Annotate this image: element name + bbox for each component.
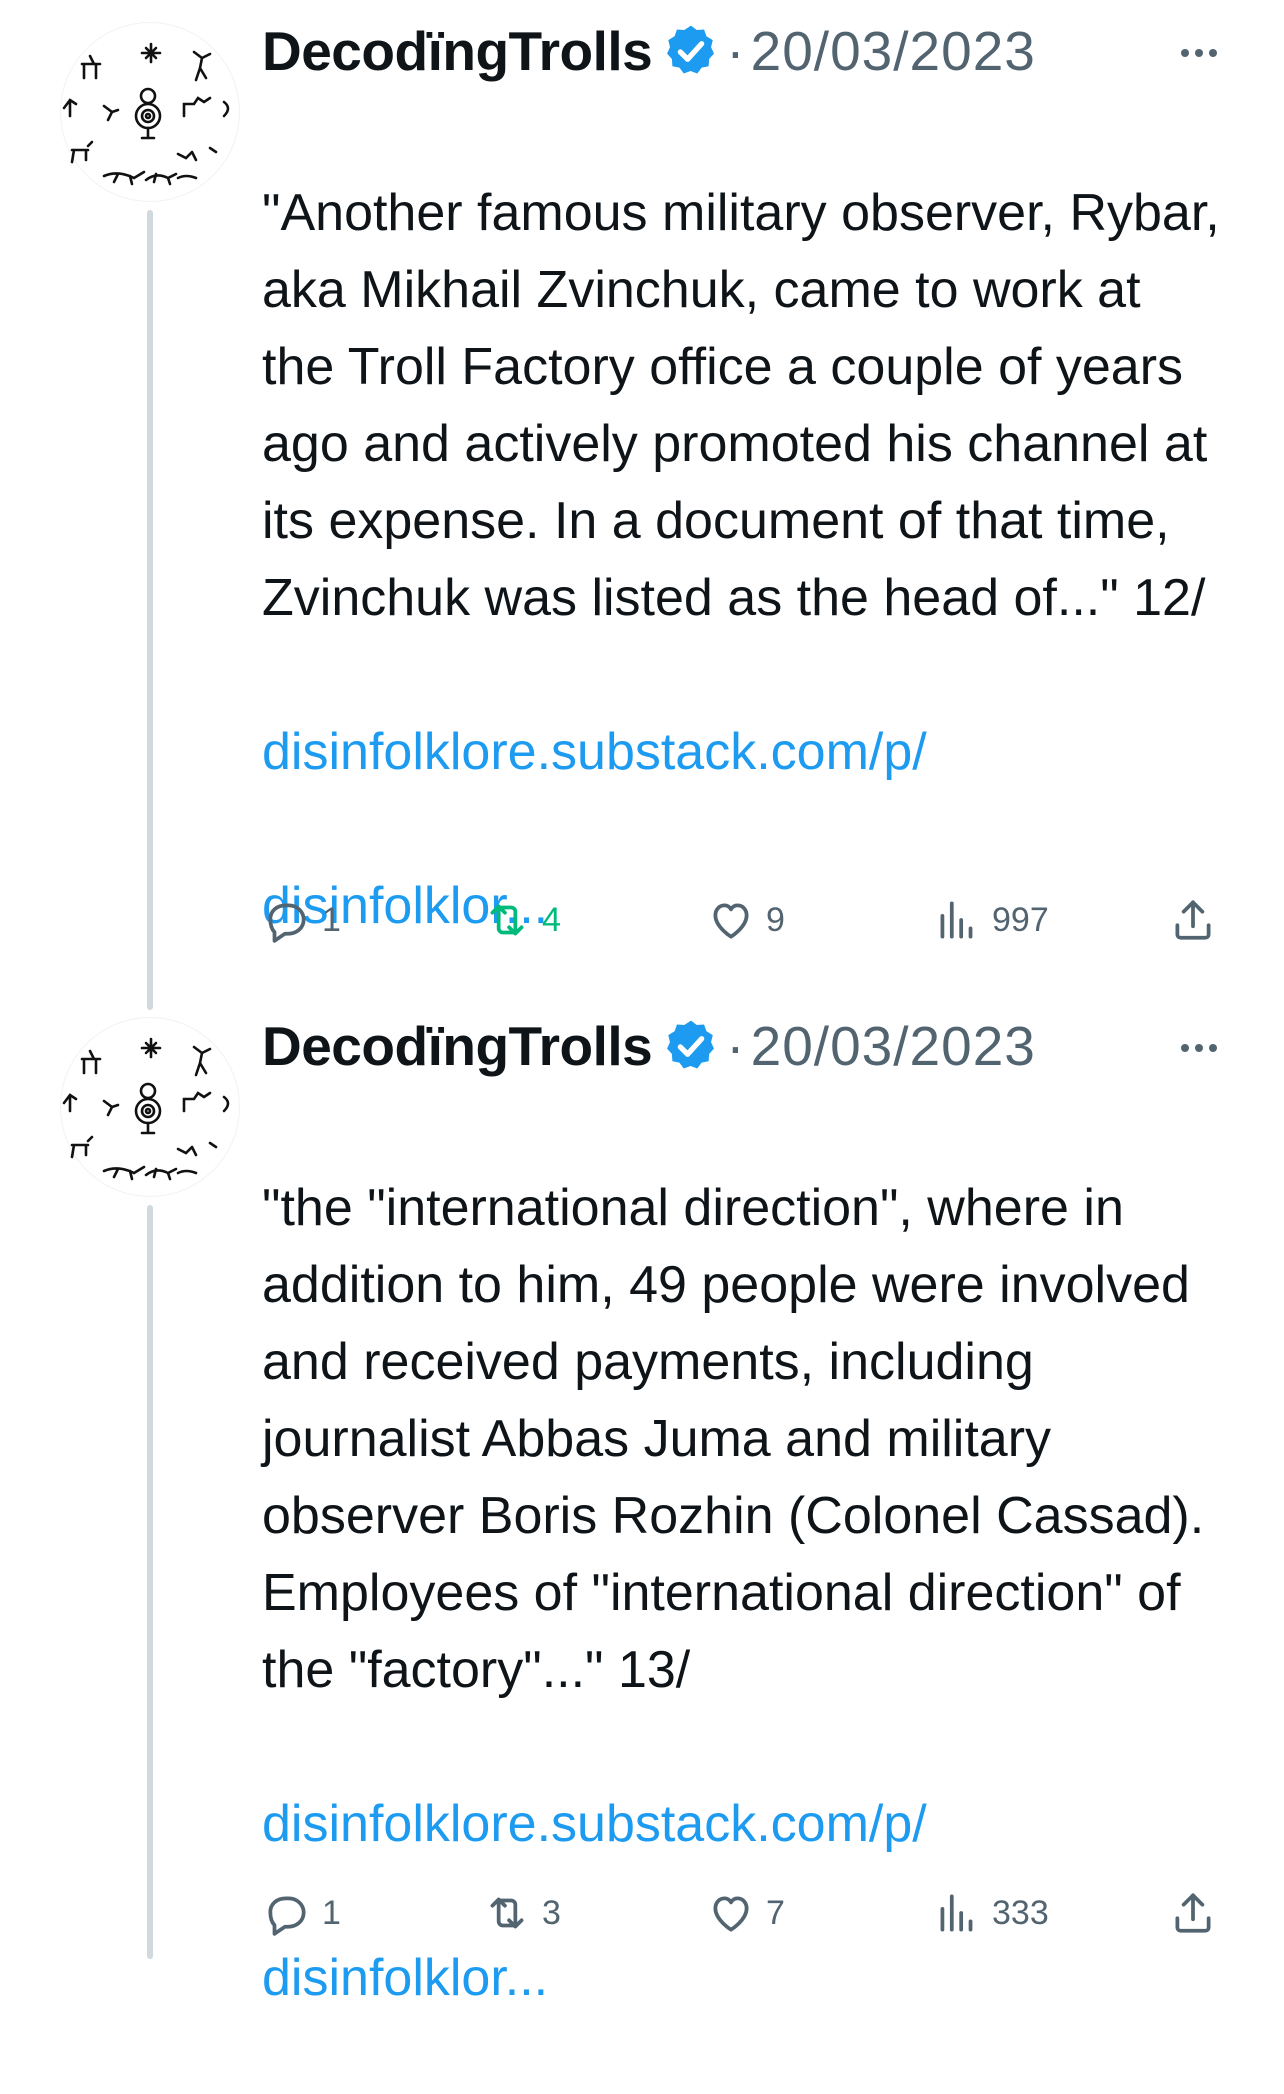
tweet-header: DecodïngTrolls · 20/03/2023: [262, 1009, 1036, 1083]
tweet-link[interactable]: disinfolklore.substack.com/p/ disinfolkl…: [262, 1709, 1222, 2017]
like-button[interactable]: 9: [706, 890, 785, 950]
views-icon: [940, 1894, 973, 1932]
author-name[interactable]: DecodïngTrolls: [262, 19, 653, 83]
tweet-actions: 1 3 7 333: [262, 1883, 1222, 1943]
like-icon: [713, 1896, 749, 1932]
more-icon[interactable]: [1176, 1025, 1222, 1071]
share-button[interactable]: [1168, 1883, 1228, 1943]
reply-count: 1: [322, 1893, 341, 1932]
view-count: 333: [992, 1893, 1049, 1932]
reply-button[interactable]: 1: [262, 890, 341, 950]
more-icon[interactable]: [1176, 30, 1222, 76]
tweet-link-line1: disinfolklore.substack.com/p/: [262, 1795, 927, 1853]
avatar-petroglyph-image: [62, 42, 230, 186]
share-icon: [1175, 1893, 1211, 1933]
retweet-count: 3: [542, 1893, 561, 1932]
reply-button[interactable]: 1: [262, 1883, 341, 1943]
retweet-button[interactable]: 3: [482, 1883, 561, 1943]
tweet-link-line2: disinfolklor...: [262, 1949, 549, 2007]
like-icon: [713, 903, 749, 939]
retweet-button[interactable]: 4: [482, 890, 561, 950]
tweet-header: DecodïngTrolls · 20/03/2023: [262, 14, 1036, 88]
like-count: 9: [766, 900, 785, 939]
share-button[interactable]: [1168, 890, 1228, 950]
like-count: 7: [766, 1893, 785, 1932]
view-count: 997: [992, 900, 1049, 939]
retweet-count: 4: [542, 900, 561, 939]
avatar[interactable]: [60, 1017, 240, 1197]
views-button[interactable]: 997: [932, 890, 1049, 950]
retweet-icon: [490, 1897, 524, 1929]
tweet[interactable]: DecodïngTrolls · 20/03/2023 "Another fam…: [0, 0, 1284, 995]
tweet-date[interactable]: 20/03/2023: [751, 1014, 1036, 1078]
like-button[interactable]: 7: [706, 1883, 785, 1943]
tweet-text: "the "international direction", where in…: [262, 1093, 1222, 2094]
tweet-date[interactable]: 20/03/2023: [751, 19, 1036, 83]
tweet-text-content: "Another famous military observer, Rybar…: [262, 184, 1220, 627]
share-icon: [1175, 900, 1211, 940]
tweet-text-content: "the "international direction", where in…: [262, 1179, 1205, 1699]
reply-icon: [268, 1896, 306, 1936]
separator-dot: ·: [726, 1015, 745, 1077]
reply-count: 1: [322, 900, 341, 939]
verified-badge-icon: [667, 25, 715, 74]
separator-dot: ·: [726, 20, 745, 82]
tweet-text: "Another famous military observer, Rybar…: [262, 98, 1222, 1022]
views-icon: [940, 901, 973, 939]
avatar[interactable]: [60, 22, 240, 202]
verified-badge-icon: [667, 1020, 715, 1069]
reply-icon: [268, 903, 306, 943]
author-name[interactable]: DecodïngTrolls: [262, 1014, 653, 1078]
tweet-actions: 1 4 9 997: [262, 890, 1222, 950]
tweet-link-line1: disinfolklore.substack.com/p/: [262, 723, 927, 781]
retweet-icon: [490, 904, 524, 936]
avatar-petroglyph-image: [62, 1037, 230, 1181]
tweet[interactable]: DecodïngTrolls · 20/03/2023 "the "intern…: [0, 995, 1284, 2007]
views-button[interactable]: 333: [932, 1883, 1049, 1943]
